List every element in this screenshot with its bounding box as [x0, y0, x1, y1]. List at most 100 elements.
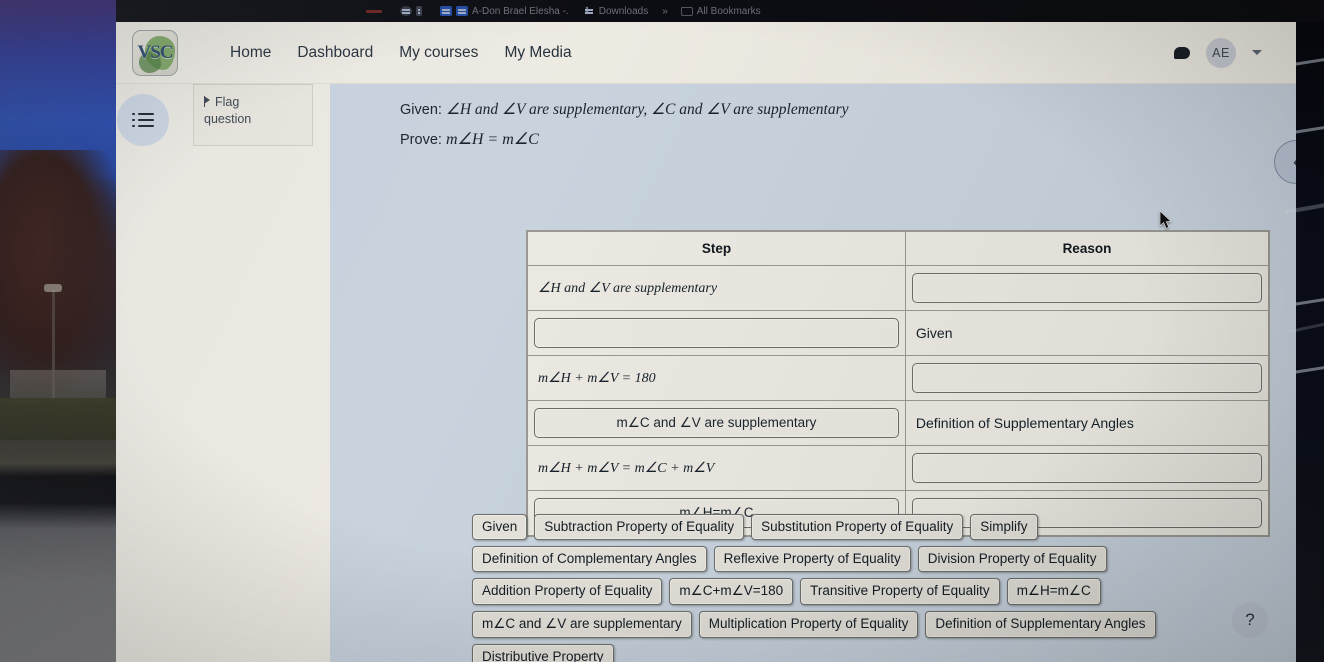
cell-reason: Definition of Supplementary Angles: [904, 400, 1270, 446]
bookmark-item-downloads[interactable]: ⬇ Downloads: [583, 5, 649, 18]
chevron-down-icon[interactable]: [1252, 50, 1262, 55]
reason-drop-slot-1[interactable]: [911, 273, 1262, 303]
proof-table: Step Reason ∠H and ∠V are supplementary: [527, 231, 1270, 536]
answer-chip[interactable]: Multiplication Property of Equality: [698, 611, 919, 638]
screenshot-root: A-Don Brael Elesha -. ⬇ Downloads » All …: [0, 0, 1324, 662]
bookmark-item[interactable]: [400, 6, 426, 16]
cell-reason: [904, 265, 1270, 311]
step-drop-slot-4[interactable]: m∠C and ∠V are supplementary: [534, 408, 899, 438]
flag-question-box[interactable]: Flag question: [193, 84, 313, 146]
answer-chip[interactable]: m∠C and ∠V are supplementary: [472, 611, 692, 638]
message-bubble-icon[interactable]: [1174, 46, 1190, 59]
background-right-edge: [1292, 0, 1324, 662]
given-label: Given:: [400, 102, 442, 118]
answer-chip[interactable]: Definition of Supplementary Angles: [925, 611, 1156, 638]
tab-red-icon: [366, 9, 382, 13]
given-text: ∠H and ∠V are supplementary, ∠C and ∠V a…: [445, 101, 849, 118]
answer-chip[interactable]: Reflexive Property of Equality: [713, 546, 911, 572]
table-row: m∠H + m∠V = m∠C + m∠V: [527, 445, 1270, 491]
flag-label-line2: question: [204, 111, 252, 126]
download-icon: ⬇: [583, 6, 595, 17]
answer-chip[interactable]: Substitution Property of Equality: [751, 514, 964, 540]
answer-chip[interactable]: m∠H=m∠C: [1006, 578, 1101, 605]
table-row: ∠H and ∠V are supplementary: [527, 265, 1270, 311]
cell-reason: [904, 355, 1270, 401]
cell-step: ∠H and ∠V are supplementary: [527, 265, 906, 311]
question-content-panel: Given: ∠H and ∠V are supplementary, ∠C a…: [330, 84, 1296, 662]
cell-step: m∠H + m∠V = 180: [527, 355, 906, 401]
browser-bookmarks-bar[interactable]: A-Don Brael Elesha -. ⬇ Downloads » All …: [116, 0, 1324, 22]
quiz-body: Flag question Given: ∠H and ∠V are suppl…: [116, 84, 1296, 662]
answer-chip[interactable]: Distributive Property: [472, 644, 614, 662]
bookmark-item[interactable]: [366, 9, 386, 13]
globe-icon: [400, 6, 412, 16]
prove-line: Prove: m∠H = m∠C: [400, 125, 1296, 155]
cell-step: m∠C and ∠V are supplementary: [527, 400, 906, 446]
bookmark-icon: [440, 6, 452, 16]
cell-reason: Given: [904, 310, 1270, 356]
table-row: Given: [527, 310, 1270, 356]
bookmarks-overflow-button[interactable]: »: [662, 6, 667, 17]
help-button[interactable]: ?: [1232, 602, 1268, 638]
step-text: m∠H + m∠V = m∠C + m∠V: [538, 460, 715, 476]
question-prompt: Given: ∠H and ∠V are supplementary, ∠C a…: [330, 84, 1296, 154]
given-line: Given: ∠H and ∠V are supplementary, ∠C a…: [400, 96, 1296, 125]
prove-text: m∠H = m∠C: [445, 130, 539, 148]
bookmark-label: Downloads: [598, 5, 649, 17]
answer-chip[interactable]: Definition of Complementary Angles: [472, 546, 707, 572]
moodle-page: VSC Home Dashboard My courses My Media A…: [116, 22, 1296, 662]
flag-icon: [204, 96, 210, 107]
answer-chip-bank: Given Subtraction Property of Equality S…: [472, 514, 1272, 662]
site-navbar: VSC Home Dashboard My courses My Media A…: [116, 22, 1296, 84]
cell-step: [527, 310, 906, 356]
column-header-step: Step: [527, 231, 906, 266]
nav-link-home[interactable]: Home: [230, 44, 271, 62]
table-header-row: Step Reason: [527, 231, 1270, 266]
answer-chip[interactable]: Transitive Property of Equality: [800, 578, 1000, 605]
table-row: m∠C and ∠V are supplementary Definition …: [527, 400, 1270, 446]
background-window-view: [0, 0, 140, 662]
proof-table-wrapper: Step Reason ∠H and ∠V are supplementary: [526, 230, 1270, 537]
table-row: m∠H + m∠V = 180: [527, 355, 1270, 401]
lamp-post: [52, 290, 55, 400]
navbar-right-controls: AE: [1174, 37, 1262, 68]
reason-text: Given: [915, 325, 953, 341]
proof-table-body: ∠H and ∠V are supplementary Given m∠H + …: [527, 265, 1270, 536]
folder-icon: [680, 6, 693, 16]
lamp-head: [44, 284, 62, 292]
bookmark-icon: [416, 6, 422, 16]
cell-step: m∠H + m∠V = m∠C + m∠V: [527, 445, 906, 491]
cell-reason: [904, 445, 1270, 491]
nav-link-my-courses[interactable]: My courses: [399, 44, 478, 62]
answer-chip[interactable]: Simplify: [970, 514, 1038, 540]
reason-drop-slot-5[interactable]: [911, 453, 1262, 483]
avatar[interactable]: AE: [1206, 37, 1236, 68]
bookmark-label: All Bookmarks: [696, 5, 761, 17]
hamburger-list-icon: [132, 109, 154, 131]
main-nav: Home Dashboard My courses My Media: [230, 44, 572, 62]
bookmark-item-a-don-brael[interactable]: A-Don Brael Elesha -.: [440, 6, 569, 17]
quiz-nav-toggle-button[interactable]: [117, 94, 169, 146]
bookmark-label: A-Don Brael Elesha -.: [472, 5, 569, 17]
nav-link-my-media[interactable]: My Media: [504, 44, 571, 62]
reason-text: Definition of Supplementary Angles: [915, 415, 1134, 431]
site-logo[interactable]: VSC: [132, 29, 178, 76]
answer-chip[interactable]: Division Property of Equality: [917, 546, 1107, 572]
column-header-reason: Reason: [904, 231, 1270, 266]
step-drop-slot-2[interactable]: [534, 318, 899, 348]
overflow-chevron-icon: »: [662, 5, 667, 17]
prove-label: Prove:: [400, 131, 442, 148]
step-text: m∠H + m∠V = 180: [538, 370, 656, 386]
all-bookmarks-button[interactable]: All Bookmarks: [680, 5, 761, 17]
logo-text: VSC: [137, 41, 173, 63]
reason-drop-slot-3[interactable]: [911, 363, 1262, 393]
answer-chip[interactable]: m∠C+m∠V=180: [669, 578, 794, 605]
answer-chip[interactable]: Given: [472, 514, 528, 540]
flag-label-line1: Flag: [215, 95, 240, 109]
answer-chip[interactable]: Subtraction Property of Equality: [534, 514, 745, 540]
step-text: ∠H and ∠V are supplementary: [538, 280, 718, 296]
nav-link-dashboard[interactable]: Dashboard: [297, 44, 373, 62]
grass-strip: [0, 398, 116, 440]
answer-chip[interactable]: Addition Property of Equality: [472, 578, 663, 605]
bookmark-icon: [456, 6, 468, 16]
